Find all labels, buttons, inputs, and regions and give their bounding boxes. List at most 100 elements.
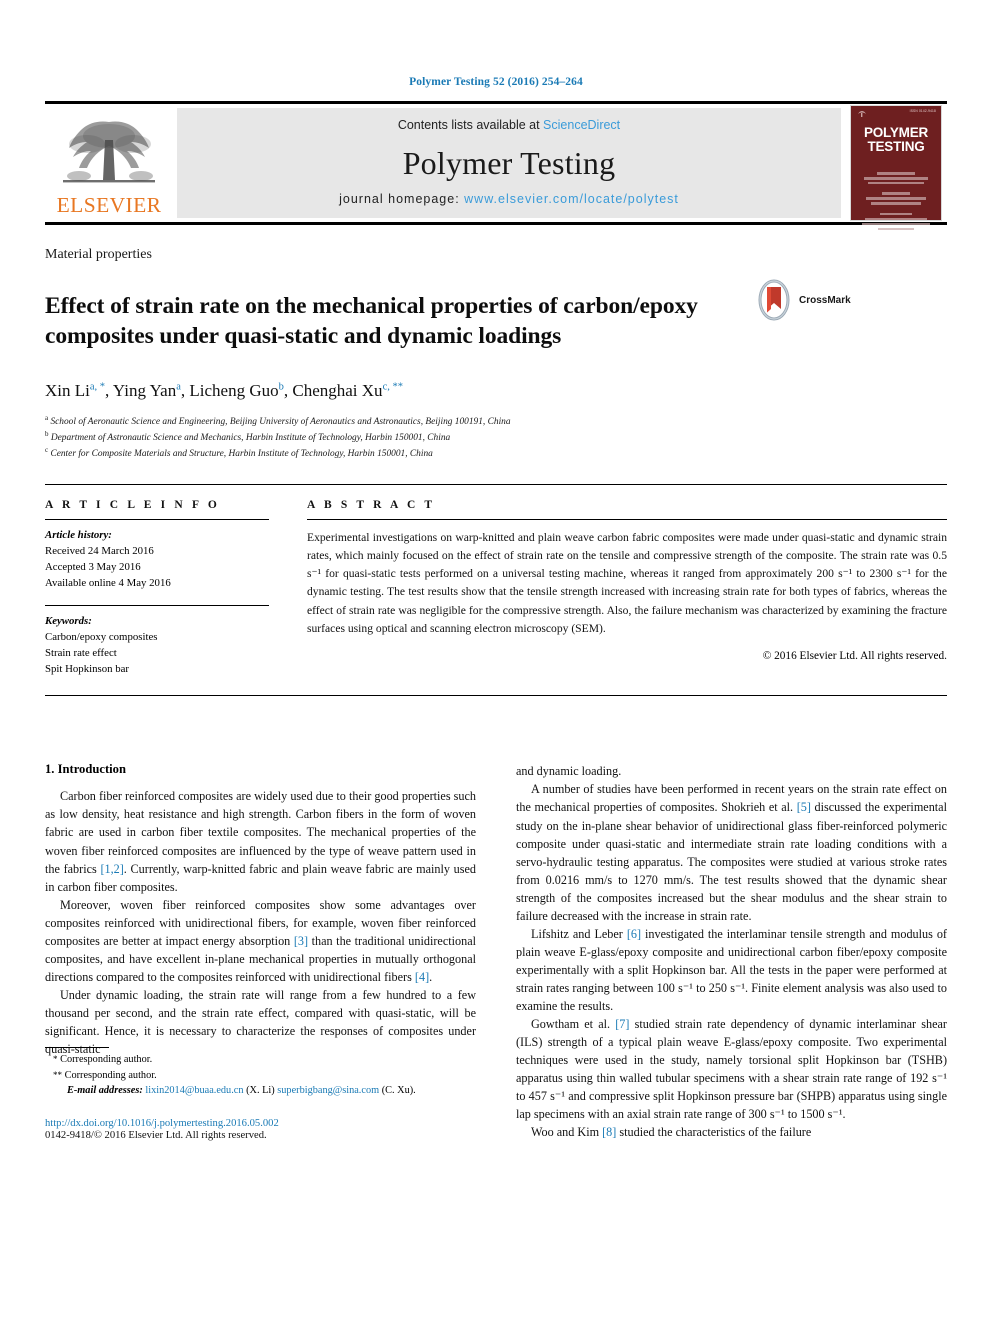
affiliation-text: Center for Composite Materials and Struc… — [50, 449, 433, 460]
author-marks: b — [278, 380, 284, 392]
elsevier-tree-icon — [63, 120, 155, 182]
journal-cover-thumbnail: ISSN 0142-9418 POLYMER TESTING — [845, 105, 947, 231]
contents-available-line: Contents lists available at ScienceDirec… — [398, 118, 620, 132]
keyword-item: Carbon/epoxy composites — [45, 630, 158, 643]
citation-reference[interactable]: [6] — [627, 927, 641, 941]
email-owner-2: (C. Xu). — [381, 1084, 416, 1096]
issn-copyright-line: 0142-9418/© 2016 Elsevier Ltd. All right… — [45, 1130, 267, 1142]
author-name: Ying Yan — [112, 380, 177, 400]
citation-reference[interactable]: [5] — [797, 800, 811, 814]
author-name: Licheng Guo — [189, 380, 279, 400]
band-bottom-rule — [45, 695, 947, 697]
journal-info-box: Contents lists available at ScienceDirec… — [177, 108, 841, 218]
doi-link[interactable]: http://dx.doi.org/10.1016/j.polymertesti… — [45, 1118, 478, 1129]
history-item: Received 24 March 2016 — [45, 545, 154, 558]
elsevier-logo: ELSEVIER — [45, 108, 173, 218]
cover-elsevier-icon — [858, 111, 866, 117]
keyword-item: Strain rate effect — [45, 647, 117, 660]
affiliation-text: Department of Astronautic Science and Me… — [50, 433, 451, 444]
body-paragraph: Carbon fiber reinforced composites are w… — [45, 789, 476, 894]
abstract-text: Experimental investigations on warp-knit… — [307, 530, 947, 635]
author-marks: a — [176, 380, 181, 392]
body-paragraph: Gowtham et al. [7] studied strain rate d… — [516, 1017, 947, 1122]
journal-title: Polymer Testing — [402, 145, 616, 181]
contents-prefix: Contents lists available at — [397, 118, 544, 132]
info-abstract-band: A R T I C L E I N F O Article history: R… — [45, 483, 947, 678]
doi-block: http://dx.doi.org/10.1016/j.polymertesti… — [45, 1118, 478, 1141]
footnotes-block: * Corresponding author. ** Corresponding… — [45, 1047, 478, 1141]
journal-masthead: ELSEVIER Contents lists available at Sci… — [45, 101, 947, 231]
cover-issn-text: ISSN 0142-9418 — [909, 109, 936, 113]
body-columns: 1. Introduction Carbon fiber reinforced … — [45, 762, 947, 1141]
article-info-heading: A R T I C L E I N F O — [45, 498, 220, 511]
cover-title-line2: TESTING — [867, 138, 925, 154]
affiliation-item: a School of Aeronautic Science and Engin… — [45, 413, 947, 429]
email-label: E-mail addresses: — [67, 1084, 143, 1096]
citation-reference[interactable]: [7] — [615, 1017, 629, 1031]
keyword-item: Spit Hopkinson bar — [45, 663, 129, 676]
email-owner-1: (X. Li) — [246, 1084, 275, 1096]
footnote-corresponding-1: * Corresponding author. — [45, 1052, 478, 1067]
sciencedirect-link[interactable]: ScienceDirect — [543, 118, 620, 132]
body-paragraph: Moreover, woven fiber reinforced composi… — [45, 897, 476, 984]
history-item: Accepted 3 May 2016 — [45, 561, 141, 574]
body-column-left: 1. Introduction Carbon fiber reinforced … — [45, 762, 478, 1141]
footnote-divider — [45, 1047, 109, 1049]
body-paragraph: A number of studies have been performed … — [516, 782, 947, 923]
article-history-block: Article history: Received 24 March 2016 … — [45, 527, 269, 592]
history-item: Available online 4 May 2016 — [45, 577, 171, 590]
affiliation-mark: a — [45, 413, 49, 422]
footnote-emails: E-mail addresses: lixin2014@buaa.edu.cn … — [45, 1083, 478, 1098]
article-history-label: Article history: — [45, 528, 112, 541]
footnote-corresponding-2: ** Corresponding author. — [45, 1068, 478, 1083]
cover-title: POLYMER TESTING — [864, 126, 928, 154]
author-name: Xin Li — [45, 380, 90, 400]
affiliation-item: c Center for Composite Materials and Str… — [45, 445, 947, 461]
affiliation-mark: c — [45, 446, 49, 455]
author-marks: a, * — [89, 380, 106, 392]
footnote-text: Corresponding author. — [64, 1069, 157, 1081]
body-column-right: and dynamic loading. A number of studies… — [516, 762, 947, 1141]
citation-reference[interactable]: [3] — [294, 934, 308, 948]
footnote-mark: ** — [53, 1069, 62, 1080]
affiliation-item: b Department of Astronautic Science and … — [45, 429, 947, 445]
author-marks: c, ** — [382, 380, 403, 392]
elsevier-wordmark: ELSEVIER — [56, 192, 162, 217]
journal-homepage-line: journal homepage: www.elsevier.com/locat… — [339, 192, 679, 206]
title-row: Effect of strain rate on the mechanical … — [45, 275, 947, 367]
crossmark-icon — [758, 279, 790, 321]
footnote-text: Corresponding author. — [60, 1054, 153, 1066]
body-paragraph: Lifshitz and Leber [6] investigated the … — [516, 926, 947, 1013]
citation-reference[interactable]: [4] — [415, 970, 429, 984]
crossmark-label: CrossMark — [799, 294, 851, 306]
keywords-block: Keywords: Carbon/epoxy composites Strain… — [45, 613, 269, 678]
footnote-mark: * — [53, 1054, 58, 1065]
keywords-rule — [45, 604, 269, 606]
article-content: Material properties Effect of strain rat… — [45, 247, 947, 1141]
journal-cover-image: ISSN 0142-9418 POLYMER TESTING — [850, 105, 942, 231]
abstract-rule — [307, 518, 947, 520]
crossmark-badge-group[interactable]: CrossMark — [753, 279, 851, 321]
abstract-column: A B S T R A C T Experimental investigati… — [293, 499, 947, 678]
homepage-prefix: journal homepage: — [339, 192, 465, 206]
journal-homepage-link[interactable]: www.elsevier.com/locate/polytest — [464, 192, 679, 206]
article-info-column: A R T I C L E I N F O Article history: R… — [45, 499, 293, 678]
affiliation-list: a School of Aeronautic Science and Engin… — [45, 413, 947, 462]
author-name: Chenghai Xu — [292, 380, 383, 400]
article-info-rule — [45, 518, 269, 520]
body-paragraph: and dynamic loading. — [516, 764, 622, 779]
abstract-heading: A B S T R A C T — [307, 498, 436, 511]
email-link-1[interactable]: lixin2014@buaa.edu.cn — [145, 1085, 243, 1096]
affiliation-mark: b — [45, 430, 49, 439]
abstract-copyright: © 2016 Elsevier Ltd. All rights reserved… — [762, 650, 947, 663]
keywords-label: Keywords: — [45, 614, 92, 627]
author-list: Xin Lia, *, Ying Yana, Licheng Guob, Che… — [45, 380, 403, 400]
affiliation-text: School of Aeronautic Science and Enginee… — [50, 416, 511, 427]
email-link-2[interactable]: superbigbang@sina.com — [277, 1085, 379, 1096]
citation-reference[interactable]: [1,2] — [100, 862, 123, 876]
page-title: Effect of strain rate on the mechanical … — [45, 292, 698, 349]
cover-editor-lines — [861, 170, 931, 233]
cover-title-line1: POLYMER — [863, 125, 929, 140]
citation-reference[interactable]: [8] — [602, 1125, 616, 1139]
article-section-label: Material properties — [45, 247, 152, 262]
